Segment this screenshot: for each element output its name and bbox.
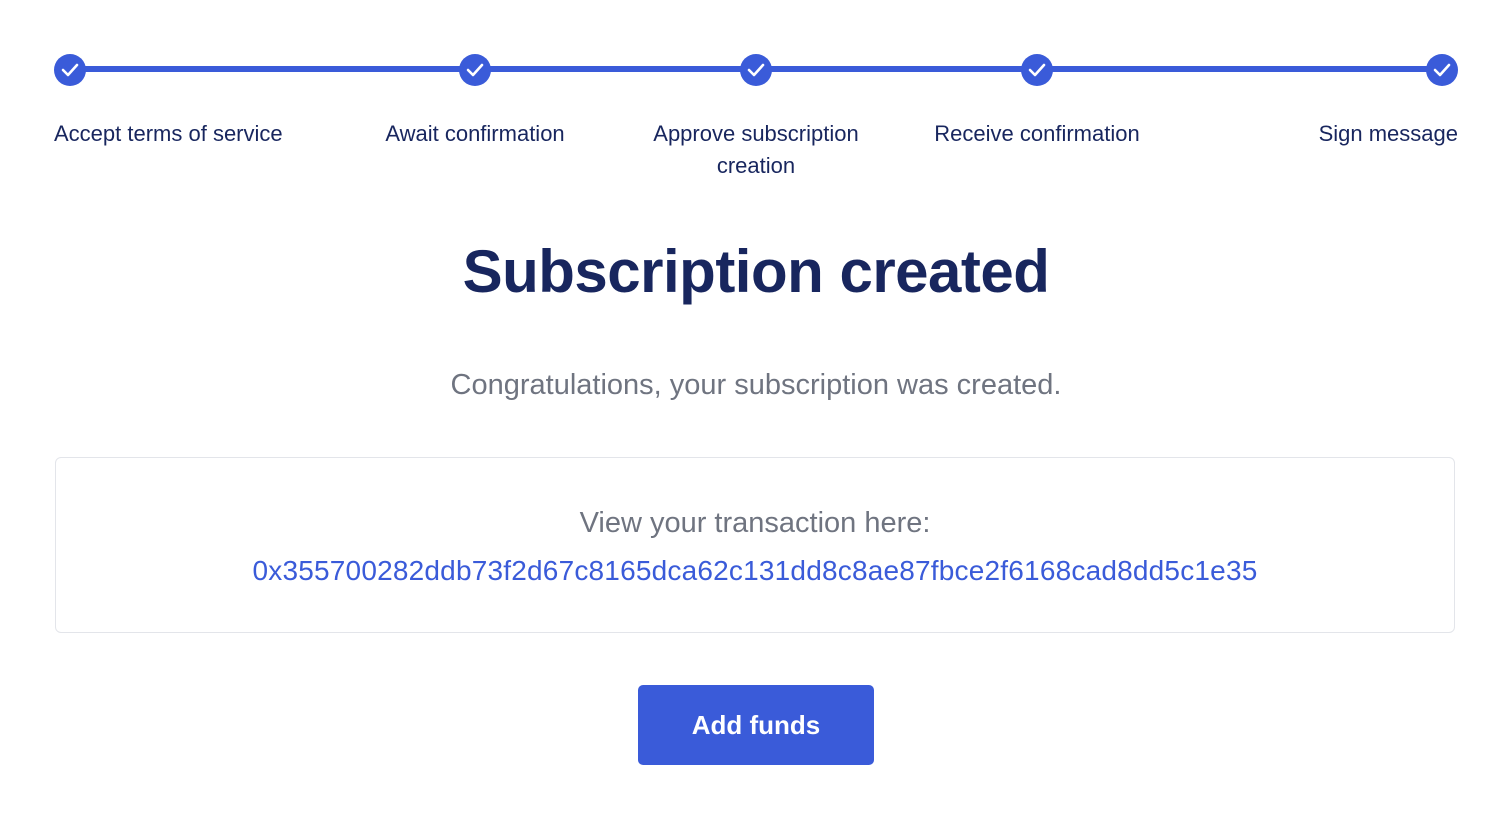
step-5-label: Sign message	[1318, 121, 1458, 146]
step-2-check-icon	[459, 54, 491, 86]
transaction-hash-link[interactable]: 0x355700282ddb73f2d67c8165dca62c131dd8c8…	[56, 552, 1454, 590]
step-3-check-icon	[740, 54, 772, 86]
transaction-label: View your transaction here:	[579, 507, 931, 539]
step-3-label: Approve subscription creation	[653, 121, 859, 178]
step-5-check-icon	[1426, 54, 1458, 86]
step-1-check-icon	[54, 54, 86, 86]
transaction-card: View your transaction here: 0x355700282d…	[55, 457, 1455, 633]
step-2-label: Await confirmation	[385, 121, 565, 146]
success-message: Congratulations, your subscription was c…	[450, 369, 1062, 401]
add-funds-button[interactable]: Add funds	[638, 685, 874, 765]
subscription-created-page: Accept terms of service Await confirmati…	[0, 0, 1512, 818]
step-4-check-icon	[1021, 54, 1053, 86]
step-4-label: Receive confirmation	[934, 121, 1140, 146]
page-title: Subscription created	[462, 238, 1050, 305]
step-1-label: Accept terms of service	[54, 121, 283, 146]
